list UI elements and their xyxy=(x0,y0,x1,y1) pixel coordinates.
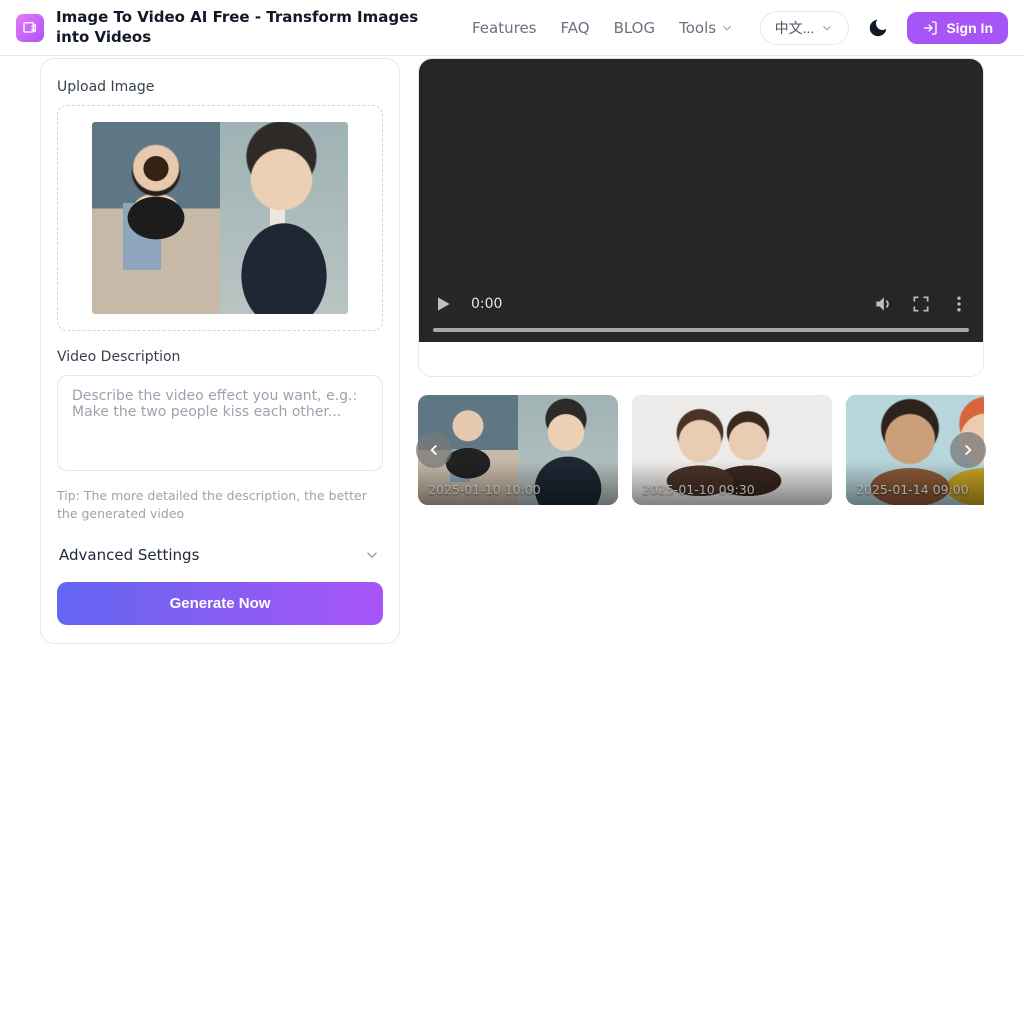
main-area: Upload Image Video Description Tip: The … xyxy=(0,56,1024,644)
upload-label: Upload Image xyxy=(57,79,383,95)
uploaded-image-right xyxy=(220,122,348,314)
main-nav: Features FAQ BLOG Tools xyxy=(472,19,734,37)
chevron-left-icon xyxy=(425,441,443,459)
nav-tools-label: Tools xyxy=(679,19,716,37)
volume-icon[interactable] xyxy=(873,294,893,314)
thumb-timestamp: 2025-01-10 10:00 xyxy=(428,482,541,497)
left-column: Upload Image Video Description Tip: The … xyxy=(40,58,400,644)
dark-mode-toggle[interactable] xyxy=(867,17,889,39)
history-thumbnails: 2025-01-10 10:00 2025-01-10 09:30 2025-0… xyxy=(418,395,984,505)
description-input[interactable] xyxy=(57,375,383,471)
video-controls: 0:00 xyxy=(419,294,983,342)
nav-tools[interactable]: Tools xyxy=(679,19,734,37)
sign-in-label: Sign In xyxy=(946,20,993,36)
thumb-timestamp: 2025-01-14 09:00 xyxy=(856,482,969,497)
chevron-down-icon xyxy=(363,546,381,564)
advanced-settings-label: Advanced Settings xyxy=(59,546,199,564)
page-title: Image To Video AI Free - Transform Image… xyxy=(56,8,456,47)
video-player-card: 0:00 xyxy=(418,58,984,377)
thumbs-prev[interactable] xyxy=(416,432,452,468)
description-tip: Tip: The more detailed the description, … xyxy=(57,487,383,522)
video-seekbar[interactable] xyxy=(433,328,969,332)
play-icon[interactable] xyxy=(433,294,453,314)
uploaded-image-left xyxy=(92,122,220,314)
history-thumb[interactable]: 2025-01-10 09:30 xyxy=(632,395,832,505)
more-vert-icon[interactable] xyxy=(949,294,969,314)
chevron-down-icon xyxy=(820,21,834,35)
sign-in-icon xyxy=(922,20,938,36)
chevron-down-icon xyxy=(720,21,734,35)
thumb-timestamp: 2025-01-10 09:30 xyxy=(642,482,755,497)
chevron-right-icon xyxy=(959,441,977,459)
header-right: 中文... Sign In xyxy=(760,11,1008,45)
app-header: Image To Video AI Free - Transform Image… xyxy=(0,0,1024,56)
language-picker[interactable]: 中文... xyxy=(760,11,850,45)
nav-features[interactable]: Features xyxy=(472,19,537,37)
config-card: Upload Image Video Description Tip: The … xyxy=(40,58,400,644)
nav-blog[interactable]: BLOG xyxy=(614,19,656,37)
sign-in-button[interactable]: Sign In xyxy=(907,12,1008,44)
uploaded-image xyxy=(92,122,348,314)
app-logo xyxy=(16,14,44,42)
language-label: 中文... xyxy=(775,18,815,38)
description-label: Video Description xyxy=(57,349,383,365)
right-column: 0:00 2025 xyxy=(418,58,984,644)
generate-button[interactable]: Generate Now xyxy=(57,582,383,625)
advanced-settings-toggle[interactable]: Advanced Settings xyxy=(57,540,383,568)
thumb-image xyxy=(632,395,832,505)
nav-faq[interactable]: FAQ xyxy=(561,19,590,37)
thumbs-next[interactable] xyxy=(950,432,986,468)
image-play-icon xyxy=(22,20,38,36)
fullscreen-icon[interactable] xyxy=(911,294,931,314)
upload-dropzone[interactable] xyxy=(57,105,383,331)
video-time: 0:00 xyxy=(471,296,502,312)
video-player[interactable]: 0:00 xyxy=(419,59,983,342)
player-card-padding xyxy=(419,342,983,376)
